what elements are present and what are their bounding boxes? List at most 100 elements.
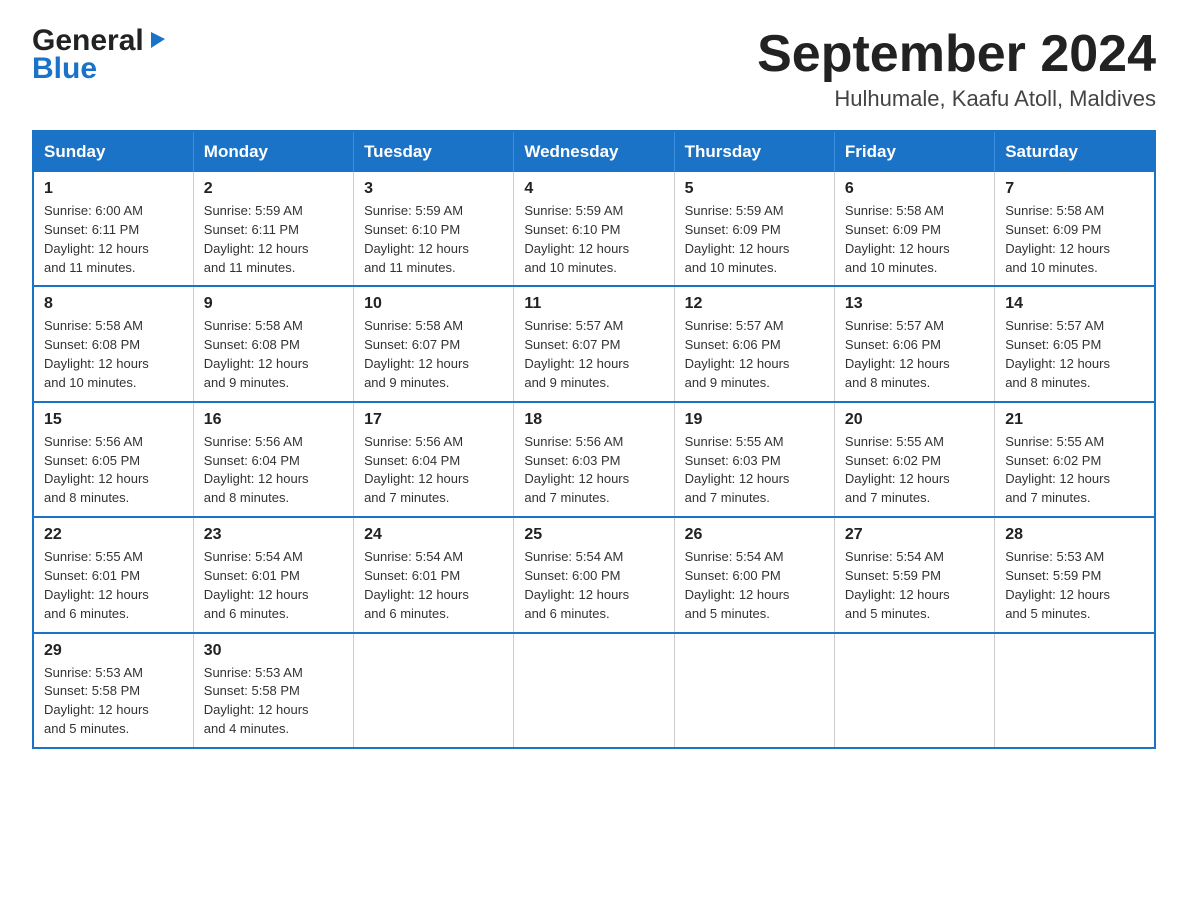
day-number: 28: [1005, 526, 1144, 544]
main-title: September 2024: [757, 24, 1156, 84]
header-saturday: Saturday: [995, 131, 1155, 172]
day-info: Sunrise: 5:54 AMSunset: 6:01 PMDaylight:…: [204, 548, 343, 623]
day-info: Sunrise: 5:58 AMSunset: 6:09 PMDaylight:…: [1005, 202, 1144, 277]
calendar-cell: 18 Sunrise: 5:56 AMSunset: 6:03 PMDayligh…: [514, 402, 674, 517]
header-tuesday: Tuesday: [354, 131, 514, 172]
day-number: 20: [845, 411, 984, 429]
page-header: General Blue September 2024 Hulhumale, K…: [32, 24, 1156, 112]
calendar-cell: 27Sunrise: 5:54 AMSunset: 5:59 PMDayligh…: [834, 517, 994, 632]
day-info: Sunrise: 5:54 AMSunset: 6:01 PMDaylight:…: [364, 548, 503, 623]
logo: General Blue: [32, 24, 169, 86]
day-info: Sunrise: 5:58 AMSunset: 6:09 PMDaylight:…: [845, 202, 984, 277]
day-number: 25: [524, 526, 663, 544]
day-info: Sunrise: 5:56 AMSunset: 6:04 PMDaylight:…: [364, 433, 503, 508]
day-number: 6: [845, 180, 984, 198]
calendar-cell: 21 Sunrise: 5:55 AMSunset: 6:02 PMDayligh…: [995, 402, 1155, 517]
day-number: 24: [364, 526, 503, 544]
calendar-cell: 19 Sunrise: 5:55 AMSunset: 6:03 PMDayligh…: [674, 402, 834, 517]
day-number: 23: [204, 526, 343, 544]
calendar-cell: 28 Sunrise: 5:53 AMSunset: 5:59 PMDayligh…: [995, 517, 1155, 632]
day-info: Sunrise: 5:53 AMSunset: 5:59 PMDaylight:…: [1005, 548, 1144, 623]
calendar-cell: 23 Sunrise: 5:54 AMSunset: 6:01 PMDayligh…: [193, 517, 353, 632]
day-number: 7: [1005, 180, 1144, 198]
calendar-cell: 8Sunrise: 5:58 AMSunset: 6:08 PMDaylight…: [33, 286, 193, 401]
day-info: Sunrise: 5:56 AMSunset: 6:04 PMDaylight:…: [204, 433, 343, 508]
calendar-cell: [674, 633, 834, 748]
title-block: September 2024 Hulhumale, Kaafu Atoll, M…: [757, 24, 1156, 112]
day-number: 3: [364, 180, 503, 198]
day-number: 26: [685, 526, 824, 544]
day-number: 16: [204, 411, 343, 429]
calendar-cell: 15 Sunrise: 5:56 AMSunset: 6:05 PMDayligh…: [33, 402, 193, 517]
day-number: 10: [364, 295, 503, 313]
calendar-cell: [834, 633, 994, 748]
day-info: Sunrise: 5:59 AMSunset: 6:10 PMDaylight:…: [364, 202, 503, 277]
calendar-week-row: 1 Sunrise: 6:00 AMSunset: 6:11 PMDaylight…: [33, 172, 1155, 286]
calendar-cell: 13 Sunrise: 5:57 AMSunset: 6:06 PMDayligh…: [834, 286, 994, 401]
day-number: 2: [204, 180, 343, 198]
day-info: Sunrise: 5:56 AMSunset: 6:05 PMDaylight:…: [44, 433, 183, 508]
header-sunday: Sunday: [33, 131, 193, 172]
calendar-week-row: 29 Sunrise: 5:53 AMSunset: 5:58 PMDayligh…: [33, 633, 1155, 748]
day-number: 22: [44, 526, 183, 544]
header-friday: Friday: [834, 131, 994, 172]
day-info: Sunrise: 5:59 AMSunset: 6:11 PMDaylight:…: [204, 202, 343, 277]
day-number: 15: [44, 411, 183, 429]
subtitle: Hulhumale, Kaafu Atoll, Maldives: [757, 86, 1156, 112]
calendar-cell: 25 Sunrise: 5:54 AMSunset: 6:00 PMDayligh…: [514, 517, 674, 632]
day-number: 5: [685, 180, 824, 198]
calendar-cell: 29 Sunrise: 5:53 AMSunset: 5:58 PMDayligh…: [33, 633, 193, 748]
day-number: 8: [44, 295, 183, 313]
day-number: 19: [685, 411, 824, 429]
day-info: Sunrise: 5:55 AMSunset: 6:01 PMDaylight:…: [44, 548, 183, 623]
calendar-cell: [514, 633, 674, 748]
day-info: Sunrise: 5:59 AMSunset: 6:10 PMDaylight:…: [524, 202, 663, 277]
logo-arrow-icon: [147, 32, 169, 50]
day-info: Sunrise: 5:54 AMSunset: 6:00 PMDaylight:…: [685, 548, 824, 623]
logo-blue-text: Blue: [32, 52, 97, 86]
day-number: 4: [524, 180, 663, 198]
calendar-header-row: SundayMondayTuesdayWednesdayThursdayFrid…: [33, 131, 1155, 172]
calendar-cell: 16 Sunrise: 5:56 AMSunset: 6:04 PMDayligh…: [193, 402, 353, 517]
calendar-cell: [995, 633, 1155, 748]
calendar-cell: 14Sunrise: 5:57 AMSunset: 6:05 PMDayligh…: [995, 286, 1155, 401]
calendar-cell: 5Sunrise: 5:59 AMSunset: 6:09 PMDaylight…: [674, 172, 834, 286]
calendar-cell: 26 Sunrise: 5:54 AMSunset: 6:00 PMDayligh…: [674, 517, 834, 632]
day-info: Sunrise: 5:57 AMSunset: 6:06 PMDaylight:…: [845, 317, 984, 392]
calendar-cell: 6 Sunrise: 5:58 AMSunset: 6:09 PMDaylight…: [834, 172, 994, 286]
day-info: Sunrise: 5:58 AMSunset: 6:07 PMDaylight:…: [364, 317, 503, 392]
calendar-cell: 11Sunrise: 5:57 AMSunset: 6:07 PMDayligh…: [514, 286, 674, 401]
day-number: 17: [364, 411, 503, 429]
calendar-cell: 9 Sunrise: 5:58 AMSunset: 6:08 PMDaylight…: [193, 286, 353, 401]
calendar-cell: 22 Sunrise: 5:55 AMSunset: 6:01 PMDayligh…: [33, 517, 193, 632]
day-info: Sunrise: 5:55 AMSunset: 6:03 PMDaylight:…: [685, 433, 824, 508]
day-info: Sunrise: 5:53 AMSunset: 5:58 PMDaylight:…: [204, 664, 343, 739]
day-number: 18: [524, 411, 663, 429]
calendar-cell: 4 Sunrise: 5:59 AMSunset: 6:10 PMDaylight…: [514, 172, 674, 286]
calendar-cell: 12Sunrise: 5:57 AMSunset: 6:06 PMDayligh…: [674, 286, 834, 401]
day-number: 13: [845, 295, 984, 313]
calendar-cell: 10 Sunrise: 5:58 AMSunset: 6:07 PMDayligh…: [354, 286, 514, 401]
day-info: Sunrise: 5:54 AMSunset: 5:59 PMDaylight:…: [845, 548, 984, 623]
calendar-week-row: 22 Sunrise: 5:55 AMSunset: 6:01 PMDayligh…: [33, 517, 1155, 632]
calendar-cell: 3 Sunrise: 5:59 AMSunset: 6:10 PMDaylight…: [354, 172, 514, 286]
calendar-week-row: 8 Sunrise: 5:58 AMSunset: 6:08 PMDaylight…: [33, 286, 1155, 401]
calendar-table: SundayMondayTuesdayWednesdayThursdayFrid…: [32, 130, 1156, 749]
day-number: 29: [44, 642, 183, 660]
day-info: Sunrise: 6:00 AMSunset: 6:11 PMDaylight:…: [44, 202, 183, 277]
day-info: Sunrise: 5:54 AMSunset: 6:00 PMDaylight:…: [524, 548, 663, 623]
day-info: Sunrise: 5:58 AMSunset: 6:08 PMDaylight:…: [204, 317, 343, 392]
day-info: Sunrise: 5:57 AMSunset: 6:07 PMDaylight:…: [524, 317, 663, 392]
day-info: Sunrise: 5:55 AMSunset: 6:02 PMDaylight:…: [845, 433, 984, 508]
day-info: Sunrise: 5:53 AMSunset: 5:58 PMDaylight:…: [44, 664, 183, 739]
day-number: 21: [1005, 411, 1144, 429]
day-number: 1: [44, 180, 183, 198]
calendar-cell: 30Sunrise: 5:53 AMSunset: 5:58 PMDayligh…: [193, 633, 353, 748]
day-info: Sunrise: 5:56 AMSunset: 6:03 PMDaylight:…: [524, 433, 663, 508]
calendar-cell: [354, 633, 514, 748]
day-number: 9: [204, 295, 343, 313]
header-wednesday: Wednesday: [514, 131, 674, 172]
calendar-cell: 17 Sunrise: 5:56 AMSunset: 6:04 PMDayligh…: [354, 402, 514, 517]
day-number: 14: [1005, 295, 1144, 313]
day-info: Sunrise: 5:55 AMSunset: 6:02 PMDaylight:…: [1005, 433, 1144, 508]
